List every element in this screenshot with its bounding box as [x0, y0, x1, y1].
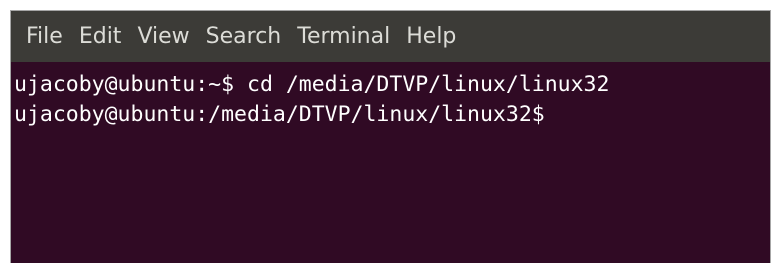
- screenshot-canvas: File Edit View Search Terminal Help ujac…: [0, 0, 773, 263]
- terminal-window: File Edit View Search Terminal Help ujac…: [10, 10, 771, 263]
- terminal-line-command: ujacoby@ubuntu:~$ cd /media/DTVP/linux/l…: [14, 72, 610, 97]
- terminal-line-prompt: ujacoby@ubuntu:/media/DTVP/linux/linux32…: [14, 102, 545, 127]
- menu-search[interactable]: Search: [206, 11, 282, 62]
- menu-terminal[interactable]: Terminal: [297, 11, 390, 62]
- menu-bar: File Edit View Search Terminal Help: [11, 11, 770, 62]
- menu-help[interactable]: Help: [406, 11, 456, 62]
- menu-view[interactable]: View: [137, 11, 189, 62]
- terminal-screen[interactable]: ujacoby@ubuntu:~$ cd /media/DTVP/linux/l…: [11, 62, 770, 263]
- menu-edit[interactable]: Edit: [79, 11, 122, 62]
- menu-file[interactable]: File: [26, 11, 63, 62]
